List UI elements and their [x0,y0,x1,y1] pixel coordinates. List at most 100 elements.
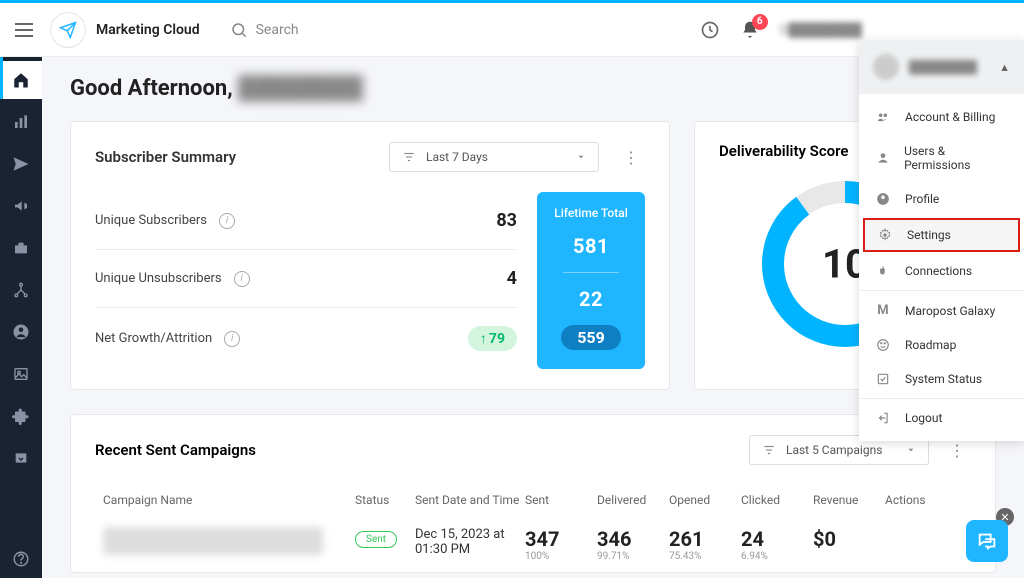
cell-clicked-pct: 6.94% [741,551,813,562]
sidebar-item-send[interactable] [0,145,42,183]
sidebar-item-branch[interactable] [0,271,42,309]
cell-opened-pct: 75.43% [669,551,741,562]
col-header: Campaign Name [95,493,355,507]
menu-label: Account & Billing [905,110,995,124]
growth-pill: ↑ 79 [468,326,517,351]
sidebar-item-home[interactable] [0,61,42,99]
campaigns-more-icon[interactable]: ⋮ [943,441,971,460]
filter-icon [402,150,416,164]
sidebar-item-extension[interactable] [0,397,42,435]
menu-item-settings[interactable]: Settings [863,218,1020,252]
chat-fab-button[interactable] [966,520,1008,562]
menu-label: System Status [905,372,982,386]
sidebar-item-analytics[interactable] [0,103,42,141]
greeting-username: ████████ [238,76,363,101]
lifetime-title: Lifetime Total [554,206,628,220]
row-label: Unique Unsubscribers [95,271,222,286]
info-icon[interactable]: i [224,331,240,347]
menu-label: Maropost Galaxy [905,304,995,318]
lifetime-net: 559 [561,325,621,350]
notifications-icon[interactable]: 6 [740,20,760,40]
menu-item-profile[interactable]: Profile [859,182,1024,216]
hamburger-menu-icon[interactable] [12,18,36,42]
search-icon [230,21,248,39]
lifetime-subscribers: 581 [573,234,609,258]
subscriber-filter-select[interactable]: Last 7 Days [389,142,599,172]
menu-item-galaxy[interactable]: M Maropost Galaxy [859,293,1024,328]
sidebar-item-help[interactable] [0,540,42,578]
col-header: Revenue [813,493,885,507]
gear-icon [877,228,893,242]
account-icon [875,110,891,124]
cell-delivered-pct: 99.71% [597,551,669,562]
recent-campaigns-card: Recent Sent Campaigns Last 5 Campaigns ⋮… [70,414,996,573]
sidebar-item-archive[interactable] [0,439,42,477]
info-icon[interactable]: i [234,271,250,287]
check-icon [875,372,891,386]
col-header: Actions [885,493,945,507]
user-menu-header[interactable]: ████████ ▲ [859,40,1024,94]
sidebar-item-image[interactable] [0,355,42,393]
search-input[interactable]: Search [230,21,700,39]
cell-delivered: 346 [597,527,669,551]
profile-icon [875,192,891,206]
user-icon [875,151,890,165]
col-header: Clicked [741,493,813,507]
menu-item-roadmap[interactable]: Roadmap [859,328,1024,362]
row-label: Net Growth/Attrition [95,331,212,346]
sidebar-item-user[interactable] [0,313,42,351]
logout-icon [875,411,891,425]
menu-label: Users & Permissions [904,144,1008,172]
brand-name: Marketing Cloud [96,22,200,38]
brand-logo-icon [50,12,86,48]
info-icon[interactable]: i [219,213,235,229]
cell-clicked: 24 [741,527,813,551]
header-user-label: D████████ [780,22,862,38]
sidebar-item-announce[interactable] [0,187,42,225]
plug-icon [875,264,891,278]
menu-label: Settings [907,228,951,242]
subscriber-more-icon[interactable]: ⋮ [617,148,645,167]
row-label: Unique Subscribers [95,213,207,228]
clock-icon[interactable] [700,20,720,40]
sidebar-active-indicator [0,57,3,99]
cell-sent: 347 [525,527,597,551]
menu-item-users-permissions[interactable]: Users & Permissions [859,134,1024,182]
chevron-down-icon [576,152,586,162]
table-row: Net Growth/Attrition i ↑ 79 [95,308,517,369]
campaign-name-redacted [103,527,323,555]
chevron-up-icon: ▲ [999,61,1010,74]
campaigns-filter-label: Last 5 Campaigns [786,443,882,457]
status-badge: Sent [355,531,397,548]
menu-item-system-status[interactable]: System Status [859,362,1024,396]
table-row: Unique Subscribersi 83 [95,192,517,250]
search-placeholder: Search [256,22,299,38]
header-actions: 6 D████████ [700,20,862,40]
filter-icon [762,443,776,457]
col-header: Sent Date and Time [415,493,525,507]
lifetime-unsubscribers: 22 [579,287,603,311]
growth-value: 79 [489,331,505,347]
col-header: Sent [525,493,597,507]
avatar [873,54,899,80]
menu-item-account-billing[interactable]: Account & Billing [859,100,1024,134]
subscriber-summary-card: Subscriber Summary Last 7 Days ⋮ Uni [70,121,670,390]
cell-date: Dec 15, 2023 at 01:30 PM [415,527,525,557]
menu-label: Profile [905,192,939,206]
chat-icon [976,530,998,552]
m-icon: M [875,303,891,318]
table-row: Sent Dec 15, 2023 at 01:30 PM 347100% 34… [95,517,971,572]
smile-icon [875,338,891,352]
sidebar-nav [0,57,42,578]
menu-item-connections[interactable]: Connections [859,254,1024,288]
chevron-down-icon [906,445,916,455]
col-header: Delivered [597,493,669,507]
table-row: Unique Unsubscribersi 4 [95,250,517,308]
greeting-text: Good Afternoon, ████████ [70,75,996,101]
sidebar-item-briefcase[interactable] [0,229,42,267]
subscriber-summary-title: Subscriber Summary [95,148,236,166]
menu-label: Logout [905,411,942,425]
recent-campaigns-title: Recent Sent Campaigns [95,441,256,459]
menu-item-logout[interactable]: Logout [859,401,1024,435]
cell-sent-pct: 100% [525,551,597,562]
